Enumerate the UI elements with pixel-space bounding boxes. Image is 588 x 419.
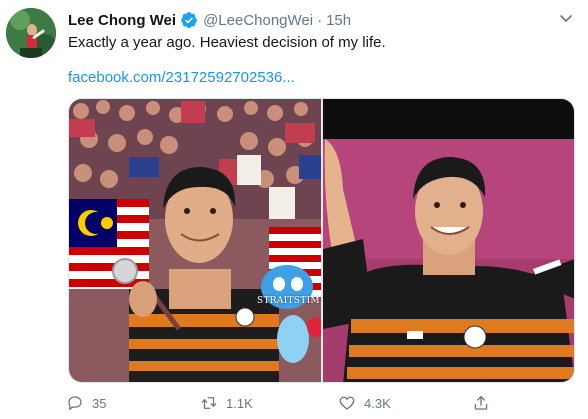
action-bar: 35 1.1K 4.3K xyxy=(66,392,506,414)
tweet-link[interactable]: facebook.com/23172592702536... xyxy=(68,68,295,88)
tweet-header: Lee Chong Wei @LeeChongWei · 15h xyxy=(68,9,351,31)
tweet-card[interactable]: Lee Chong Wei @LeeChongWei · 15h Exactly… xyxy=(0,0,588,419)
chevron-down-icon[interactable] xyxy=(558,10,574,26)
reply-button[interactable]: 35 xyxy=(66,392,106,414)
tweet-text: Exactly a year ago. Heaviest decision of… xyxy=(68,34,386,51)
retweet-button[interactable]: 1.1K xyxy=(200,392,253,414)
share-icon xyxy=(474,395,488,410)
reply-icon xyxy=(68,396,82,411)
like-button[interactable]: 4.3K xyxy=(338,392,391,414)
separator-dot: · xyxy=(317,11,323,29)
reply-count: 35 xyxy=(92,395,107,411)
avatar[interactable] xyxy=(6,8,56,58)
author-name[interactable]: Lee Chong Wei xyxy=(68,12,176,29)
heart-icon xyxy=(339,396,355,410)
media-photo-left[interactable]: STRAITSTIMES xyxy=(69,99,321,382)
like-count: 4.3K xyxy=(364,395,391,411)
verified-badge-icon xyxy=(180,11,198,29)
author-handle[interactable]: @LeeChongWei xyxy=(203,12,313,29)
media-photo-right[interactable] xyxy=(323,99,574,382)
share-button[interactable] xyxy=(472,392,498,414)
retweet-count: 1.1K xyxy=(226,395,253,411)
photo-watermark: STRAITSTIMES xyxy=(257,296,321,306)
timestamp[interactable]: 15h xyxy=(326,12,351,29)
media-grid: STRAITSTIMES xyxy=(68,98,575,383)
retweet-icon xyxy=(201,397,217,409)
